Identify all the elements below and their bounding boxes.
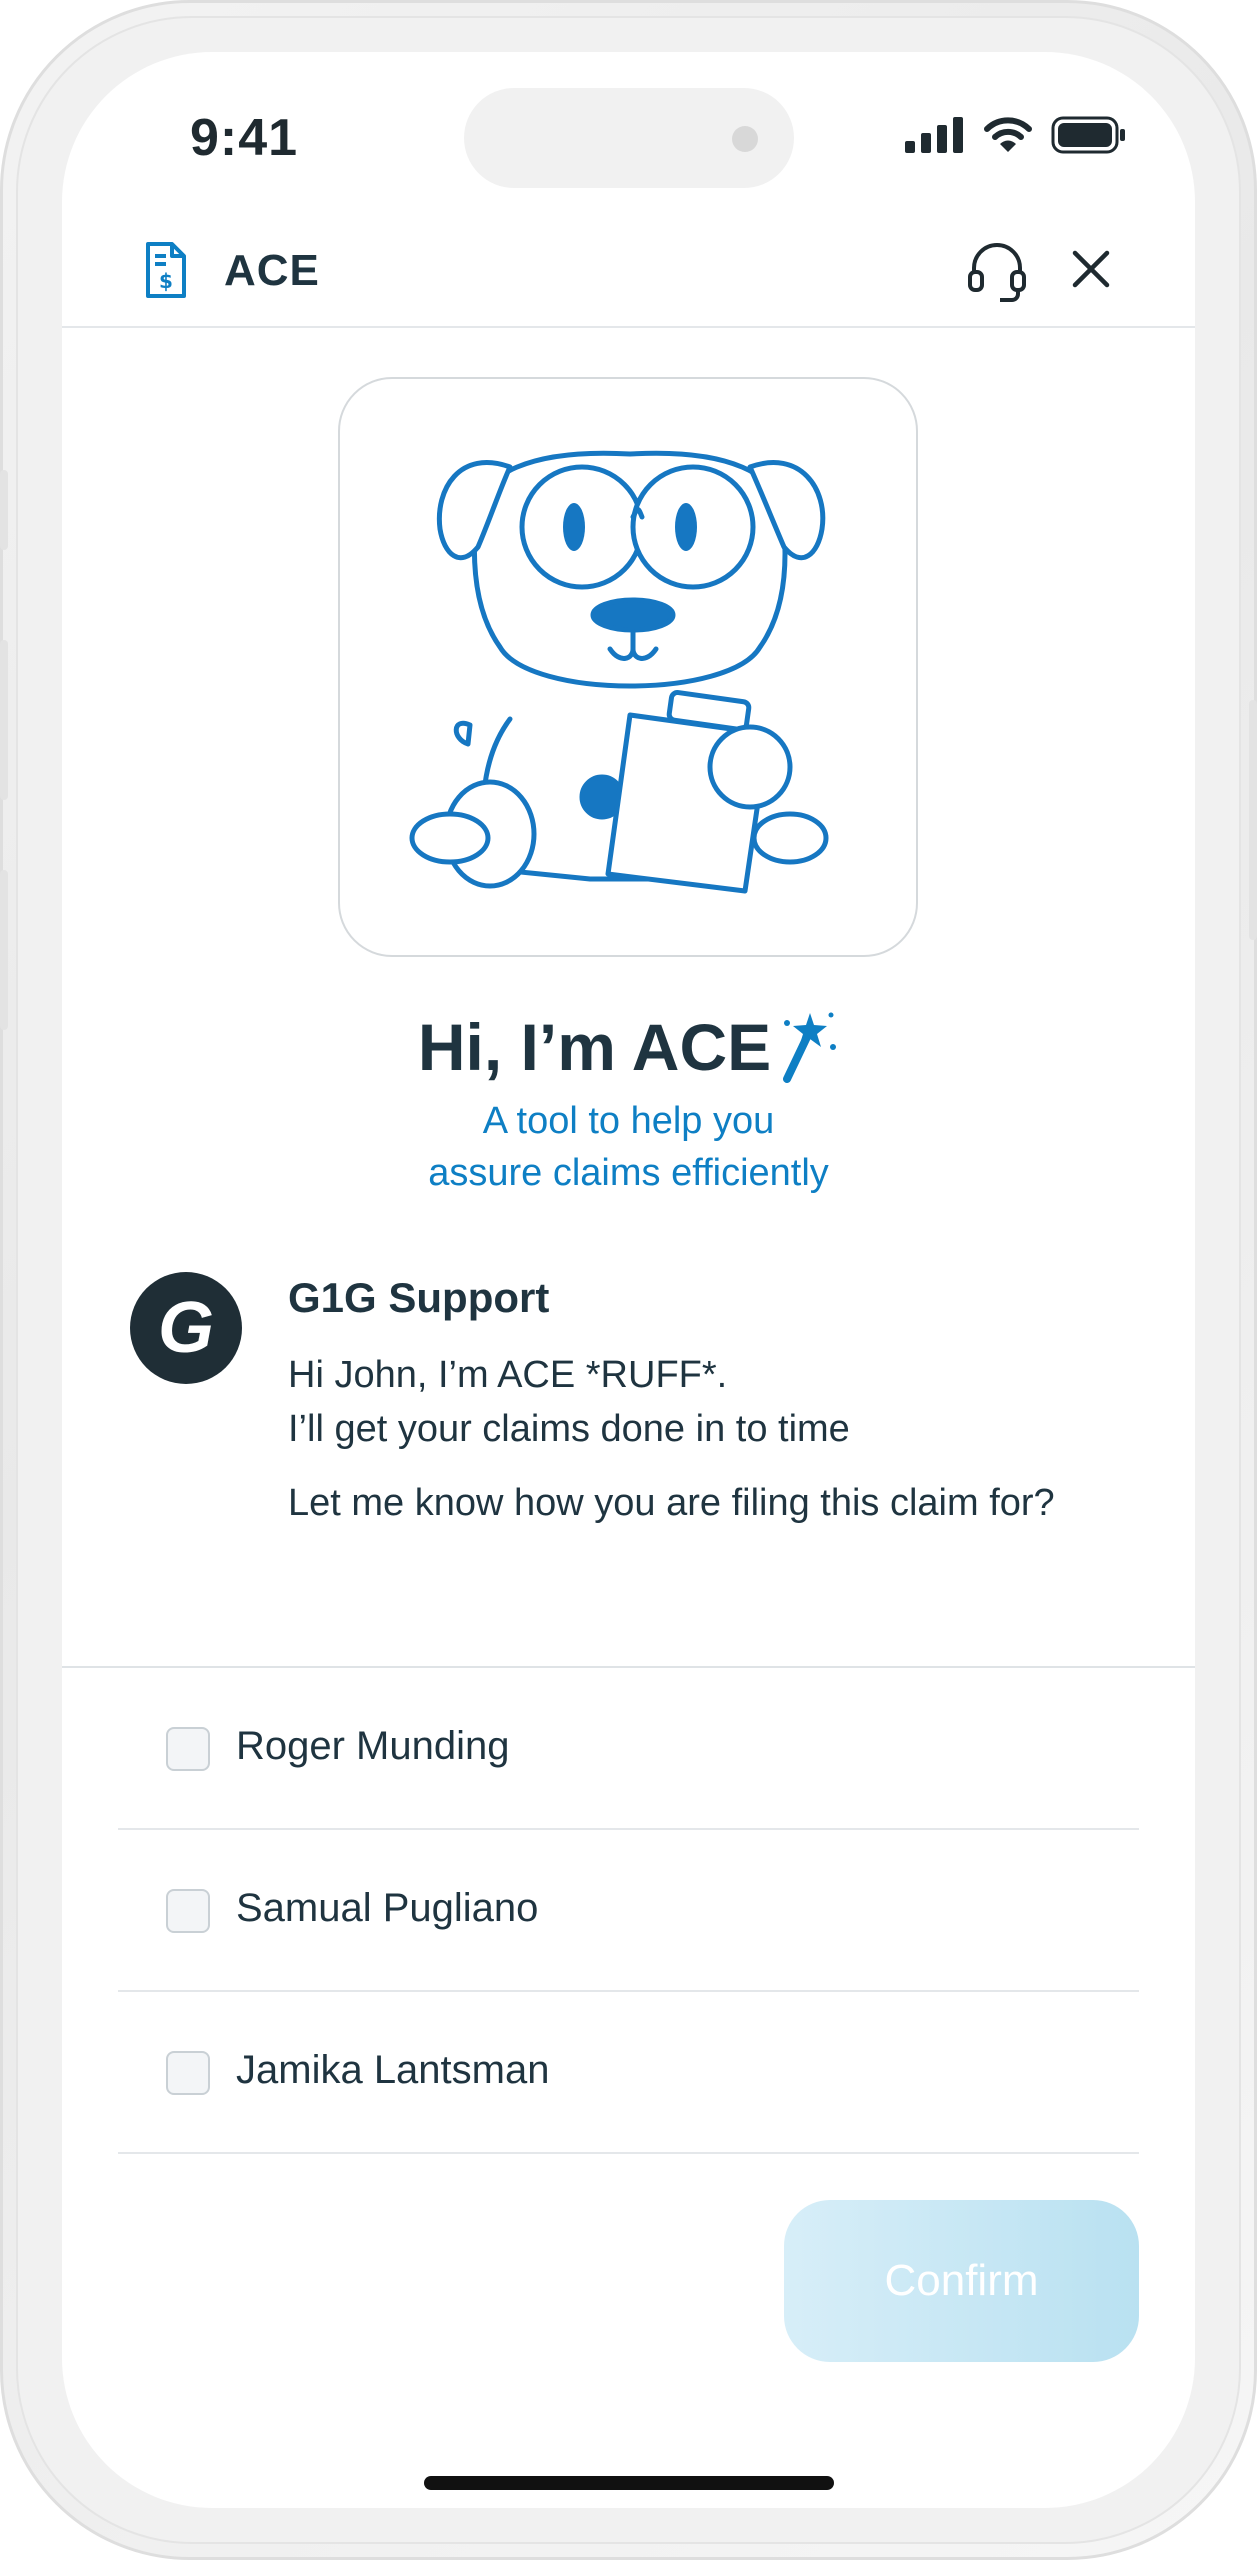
- invoice-document-icon: $: [142, 240, 190, 305]
- option-row[interactable]: Jamika Lantsman: [118, 1992, 1139, 2154]
- mascot-card: [338, 377, 918, 957]
- option-label: Jamika Lantsman: [236, 2048, 550, 2092]
- hero-title: Hi, I’m ACE: [62, 1007, 1195, 1098]
- dynamic-island: [464, 88, 794, 188]
- side-button: [1249, 700, 1257, 940]
- screen: 9:41 $ ACE Hi, I’m ACE A tool to help yo…: [62, 52, 1195, 2508]
- dog-mascot-illustration: [409, 450, 829, 894]
- side-button: [0, 640, 8, 800]
- avatar: G: [130, 1272, 242, 1384]
- magic-wand-icon: [777, 1007, 839, 1098]
- option-row[interactable]: Roger Munding: [118, 1668, 1139, 1830]
- message-text: I’ll get your claims done in to time: [288, 1408, 850, 1450]
- headset-icon[interactable]: [966, 240, 1028, 309]
- hero-title-text: Hi, I’m ACE: [417, 1009, 772, 1084]
- svg-text:$: $: [159, 269, 173, 293]
- home-indicator: [424, 2476, 834, 2490]
- camera-icon: [732, 126, 758, 152]
- option-checkbox[interactable]: [166, 1727, 210, 1771]
- cellular-signal-icon: [905, 117, 963, 153]
- option-checkbox[interactable]: [166, 1889, 210, 1933]
- app-title: ACE: [224, 246, 320, 295]
- option-label: Roger Munding: [236, 1724, 510, 1768]
- option-row[interactable]: Samual Pugliano: [118, 1830, 1139, 1992]
- side-button: [0, 870, 8, 1030]
- wifi-icon: [984, 117, 1032, 152]
- status-icons: [905, 116, 1127, 154]
- app-header: $ ACE: [62, 222, 1195, 328]
- close-icon[interactable]: [1066, 244, 1116, 299]
- message-prompt: Let me know how you are filing this clai…: [288, 1482, 1055, 1524]
- confirm-button[interactable]: Confirm: [784, 2200, 1139, 2362]
- option-checkbox[interactable]: [166, 2051, 210, 2095]
- battery-icon: [1051, 116, 1125, 154]
- status-time: 9:41: [190, 109, 299, 167]
- message-text: Hi John, I’m ACE *RUFF*.: [288, 1354, 728, 1396]
- hero-subtitle-line: assure claims efficiently: [428, 1152, 829, 1194]
- status-bar: 9:41: [62, 52, 1195, 222]
- option-label: Samual Pugliano: [236, 1886, 539, 1930]
- message-sender: G1G Support: [288, 1274, 550, 1321]
- hero-subtitle: A tool to help you assure claims efficie…: [62, 1095, 1195, 1199]
- hero-subtitle-line: A tool to help you: [482, 1100, 775, 1142]
- side-button: [0, 470, 8, 550]
